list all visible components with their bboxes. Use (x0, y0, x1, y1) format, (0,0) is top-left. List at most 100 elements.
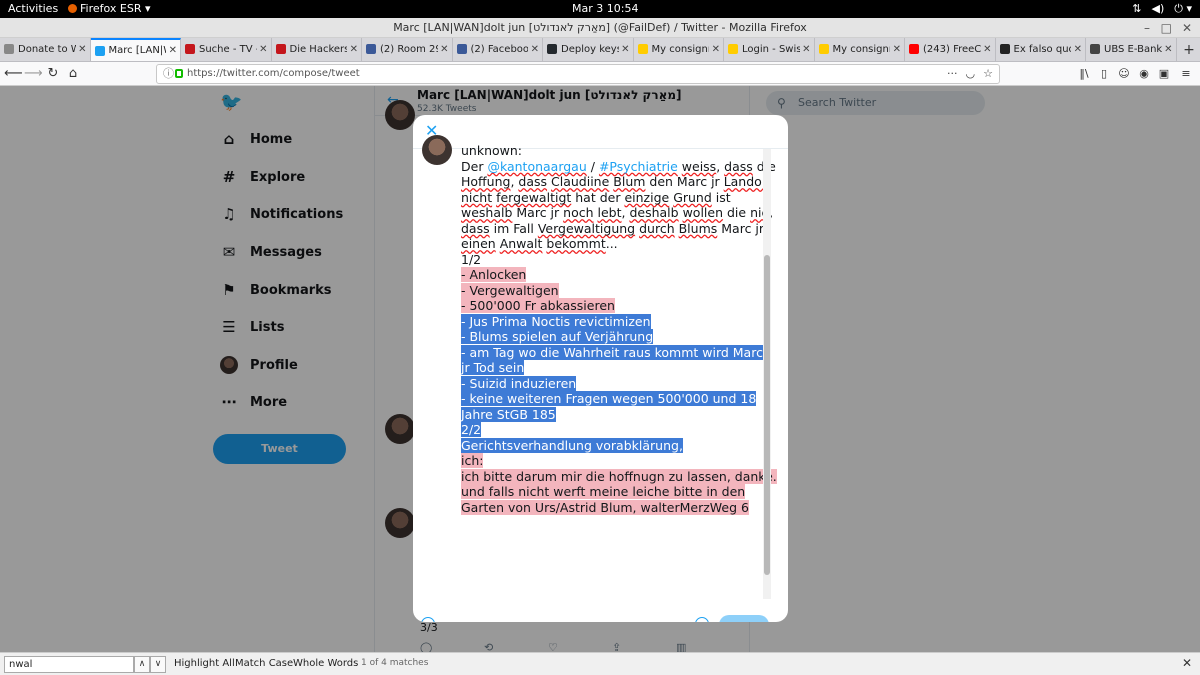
info-icon[interactable]: ⓘ (163, 65, 174, 83)
text-line: weshalb Marc jr noch lebt, deshalb wolle… (461, 205, 773, 221)
text-segment: den Marc jr (645, 174, 724, 189)
text-line: - 500'000 Fr abkassieren (461, 298, 766, 314)
text-segment: Blum (613, 174, 646, 189)
close-tab-icon[interactable]: ✕ (531, 38, 539, 61)
tab[interactable]: Donate to W ✕ (0, 38, 91, 61)
text-segment: wollen (682, 205, 724, 220)
text-segment: einzige (624, 189, 670, 205)
minimize-button[interactable]: – (1144, 18, 1150, 38)
bookmark-star-icon[interactable]: ☆ (983, 65, 993, 83)
home-button[interactable]: ⌂ (64, 65, 82, 83)
activities-button[interactable]: Activities (8, 2, 58, 15)
highlight-all-checkbox[interactable]: Highlight All (174, 658, 235, 669)
url-bar[interactable]: ⓘ https://twitter.com/compose/tweet ··· … (156, 64, 1000, 84)
tweet-compose-textarea[interactable]: unknown: Der @kantonaargau / #Psychiatri… (461, 143, 777, 516)
tweet-submit-button[interactable] (719, 615, 769, 622)
tab[interactable]: Marc [LAN|W✕ (90, 38, 181, 61)
favicon-icon (999, 44, 1010, 54)
page-actions-icon[interactable]: ··· (947, 65, 958, 83)
tab-label: Suche - TV - (199, 44, 257, 55)
text-segment: - am Tag wo die Wahrheit raus kommt wird… (461, 344, 763, 360)
system-tray[interactable]: ⇅ ◀) ⏻ ▾ (1132, 2, 1192, 16)
window-title: Marc [LAN|WAN]dolt jun [מאַרק לאנדולט] (… (393, 21, 807, 34)
text-line: - keine weiteren Fragen wegen 500'000 un… (461, 391, 766, 407)
text-segment: weshalb (461, 205, 513, 220)
text-segment: dass (461, 220, 490, 236)
tab[interactable]: UBS E-Bank ✕ (1086, 38, 1177, 61)
favicon-icon (4, 44, 14, 54)
library-icon[interactable]: ‖\ (1076, 65, 1092, 83)
find-input[interactable] (4, 656, 134, 673)
gnome-top-bar: Activities Firefox ESR ▾ Mar 3 10:54 ⇅ ◀… (0, 0, 1200, 18)
whole-words-checkbox[interactable]: Whole Words (293, 658, 358, 669)
close-tab-icon[interactable]: ✕ (169, 40, 177, 61)
close-tab-icon[interactable]: ✕ (621, 38, 629, 61)
match-case-checkbox[interactable]: Match Case (235, 658, 293, 669)
close-tab-icon[interactable]: ✕ (802, 38, 810, 61)
mention-link[interactable]: #Psychiatrie (599, 159, 678, 174)
close-tab-icon[interactable]: ✕ (712, 38, 720, 61)
text-segment: , (716, 158, 725, 174)
account-icon[interactable]: ☺ (1116, 65, 1132, 83)
text-line: Garten von Urs/Astrid Blum, walterMerzWe… (461, 499, 766, 516)
add-tweet-icon[interactable] (695, 617, 709, 622)
menu-icon[interactable]: ≡ (1178, 65, 1194, 83)
close-tab-icon[interactable]: ✕ (78, 38, 86, 61)
close-tab-icon[interactable]: ✕ (1074, 38, 1082, 61)
close-findbar-icon[interactable]: ✕ (1182, 656, 1192, 670)
back-button[interactable]: ⟵ (4, 65, 23, 83)
tab[interactable]: Die Hackers ✕ (272, 38, 362, 61)
text-segment: lebt (597, 205, 622, 220)
tab-label: (2) Room 29 (380, 44, 438, 55)
tab[interactable]: (2) Facebook✕ (453, 38, 543, 61)
avatar (422, 135, 452, 165)
media-icon[interactable] (421, 617, 435, 622)
text-line: Gerichtsverhandlung vorabklärung, (461, 437, 766, 454)
close-window-button[interactable]: ✕ (1182, 18, 1192, 38)
close-tab-icon[interactable]: ✕ (893, 38, 901, 61)
text-line: jr Tod sein (461, 360, 766, 376)
close-tab-icon[interactable]: ✕ (350, 38, 358, 61)
tab[interactable]: Deploy keys ✕ (543, 38, 634, 61)
close-tab-icon[interactable]: ✕ (1164, 38, 1172, 61)
forward-button[interactable]: ⟶ (24, 65, 43, 83)
tab[interactable]: (2) Room 29 ✕ (362, 38, 453, 61)
reload-button[interactable]: ↻ (44, 65, 62, 83)
close-tab-icon[interactable]: ✕ (259, 38, 267, 61)
tab[interactable]: Login - Swis ✕ (724, 38, 815, 61)
find-next-button[interactable]: ∨ (150, 656, 166, 673)
favicon-icon (818, 44, 829, 54)
tab[interactable]: Ex falso quo ✕ (996, 38, 1086, 61)
text-segment: Hoffung (461, 174, 511, 189)
favicon-icon (366, 44, 376, 54)
clock[interactable]: Mar 3 10:54 (572, 2, 638, 15)
tab-label: UBS E-Bank (1104, 44, 1162, 55)
text-segment: Blums (678, 220, 718, 236)
close-tab-icon[interactable]: ✕ (440, 38, 448, 61)
text-segment: und falls nicht werft meine leiche bitte… (461, 484, 746, 499)
tab[interactable]: My consignm✕ (634, 38, 724, 61)
pocket-icon[interactable]: ◡ (966, 65, 976, 83)
text-line: - Jus Prima Noctis revictimizen (461, 313, 766, 330)
addon-icon[interactable]: ◉ (1136, 65, 1152, 83)
extension-icon[interactable]: ▣ (1156, 65, 1172, 83)
text-segment: Anwalt (499, 236, 543, 251)
close-tab-icon[interactable]: ✕ (983, 38, 991, 61)
tab[interactable]: (243) FreeCA✕ (905, 38, 996, 61)
text-segment: Marc jr (717, 220, 765, 236)
scrollbar-thumb[interactable] (764, 255, 770, 575)
tab[interactable]: My consignm✕ (815, 38, 905, 61)
mention-link[interactable]: @kantonaargau (487, 159, 586, 174)
text-line: Der @kantonaargau / #Psychiatrie weiss, … (461, 158, 776, 175)
sidebar-icon[interactable]: ▯ (1096, 65, 1112, 83)
find-previous-button[interactable]: ∧ (134, 656, 150, 673)
favicon-icon (185, 44, 195, 54)
text-segment: - Jus Prima Noctis revictimizen (461, 313, 651, 329)
text-line: ich bitte darum mir die hoffnugn zu lass… (461, 468, 777, 485)
tab[interactable]: Suche - TV - ✕ (181, 38, 272, 61)
app-menu[interactable]: Firefox ESR ▾ (68, 2, 151, 15)
text-line: unknown: (461, 143, 766, 159)
maximize-button[interactable]: □ (1161, 18, 1172, 38)
new-tab-button[interactable]: + (1182, 40, 1196, 60)
network-icon: ⇅ (1132, 2, 1142, 15)
